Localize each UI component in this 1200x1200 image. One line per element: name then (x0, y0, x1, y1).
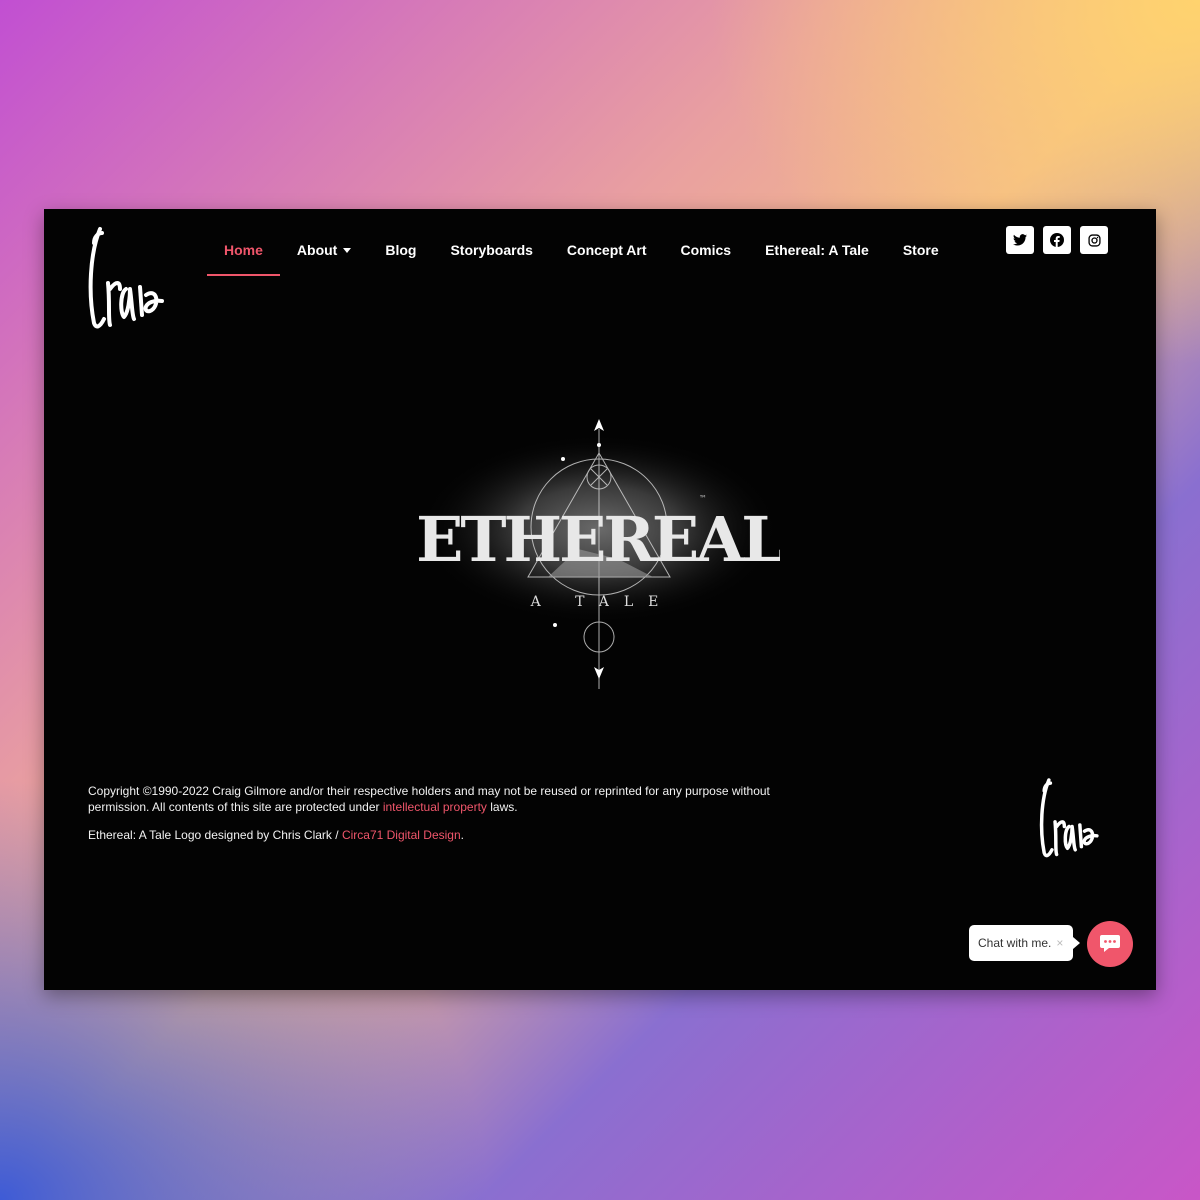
footer-logo (1039, 778, 1099, 858)
nav-label: Concept Art (566, 242, 647, 258)
nav-label: Store (902, 242, 939, 258)
logo-subtitle: A TALE (530, 594, 674, 610)
chat-button[interactable] (1087, 921, 1133, 967)
nav-item-store[interactable]: Store (886, 233, 956, 267)
nav-item-concept-art[interactable]: Concept Art (550, 233, 664, 267)
facebook-icon (1050, 233, 1064, 247)
instagram-icon (1087, 233, 1101, 247)
trademark: ™ (699, 494, 707, 503)
close-icon[interactable]: × (1056, 936, 1063, 950)
nav-item-home[interactable]: Home (207, 233, 280, 276)
browser-page: Home About Blog Storyboards Concept Art … (44, 209, 1156, 990)
nav-label: Blog (385, 242, 417, 258)
copyright-notice: Copyright ©1990-2022 Craig Gilmore and/o… (88, 783, 788, 815)
nav-label: About (296, 242, 338, 258)
twitter-icon (1013, 234, 1027, 246)
chat-prompt[interactable]: Chat with me. × (969, 925, 1080, 961)
main-nav: Home About Blog Storyboards Concept Art … (207, 233, 956, 276)
nav-label: Home (224, 242, 263, 258)
intellectual-property-link[interactable]: intellectual property (383, 800, 487, 814)
footer-text: Copyright ©1990-2022 Craig Gilmore and/o… (88, 783, 788, 855)
social-links (1006, 226, 1108, 254)
twitter-button[interactable] (1006, 226, 1034, 254)
logo-title: ETHEREAL (418, 503, 780, 576)
nav-item-ethereal[interactable]: Ethereal: A Tale (748, 233, 886, 267)
credit-text-end: . (460, 828, 464, 842)
nav-label: Ethereal: A Tale (765, 242, 869, 258)
nav-label: Storyboards (450, 242, 533, 258)
copyright-text-end: laws. (490, 800, 518, 814)
credit-text: Ethereal: A Tale Logo designed by Chris … (88, 828, 339, 842)
chat-label: Chat with me. (978, 936, 1052, 950)
nav-item-comics[interactable]: Comics (664, 233, 749, 267)
site-logo[interactable] (86, 223, 166, 333)
nav-item-storyboards[interactable]: Storyboards (433, 233, 549, 267)
logo-credit: Ethereal: A Tale Logo designed by Chris … (88, 827, 788, 843)
nav-label: Comics (680, 242, 732, 258)
instagram-button[interactable] (1080, 226, 1108, 254)
nav-item-about[interactable]: About (280, 233, 368, 267)
nav-item-blog[interactable]: Blog (368, 233, 433, 267)
chevron-down-icon (343, 247, 352, 253)
circa71-link[interactable]: Circa71 Digital Design (342, 828, 461, 842)
chat-icon (1100, 935, 1120, 952)
facebook-button[interactable] (1043, 226, 1071, 254)
ethereal-logo: ETHEREAL ™ A TALE (418, 419, 780, 689)
